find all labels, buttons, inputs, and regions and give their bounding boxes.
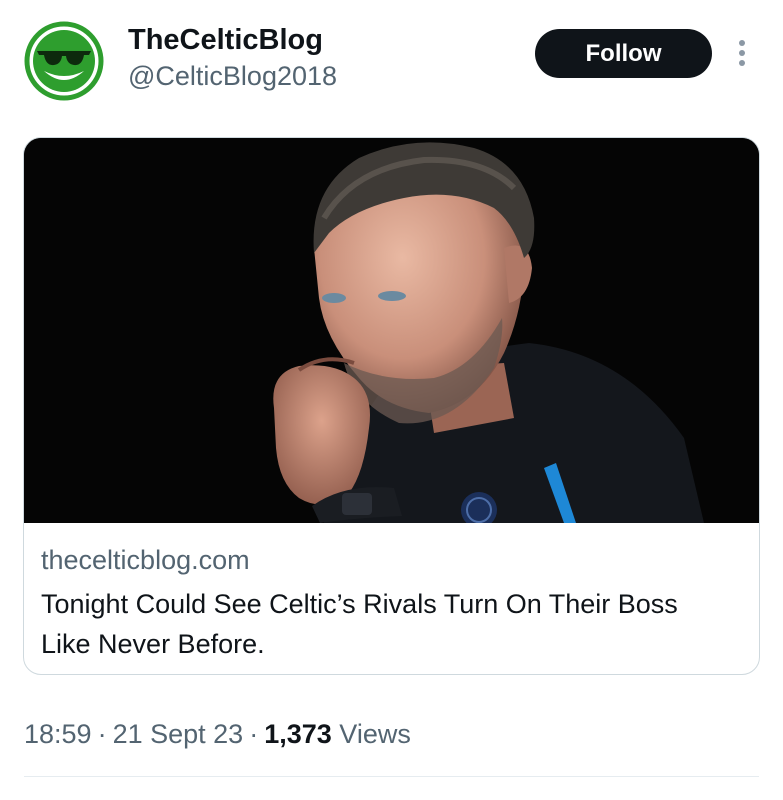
coach-photo [24, 138, 759, 523]
views-count[interactable]: 1,373 [264, 719, 332, 749]
link-card[interactable]: thecelticblog.com Tonight Could See Celt… [23, 137, 760, 675]
views-label: Views [339, 719, 411, 749]
meta-separator: · [249, 719, 259, 749]
tweet-date[interactable]: 21 Sept 23 [113, 719, 244, 749]
more-dot [739, 50, 745, 56]
more-dot [739, 60, 745, 66]
author-avatar[interactable] [24, 21, 104, 101]
tweet-time[interactable]: 18:59 [24, 719, 92, 749]
follow-button[interactable]: Follow [535, 29, 712, 78]
author-display-name[interactable]: TheCelticBlog [128, 22, 323, 58]
link-card-image [24, 138, 759, 523]
link-card-title: Tonight Could See Celtic’s Rivals Turn O… [41, 589, 678, 659]
meta-separator: · [97, 719, 107, 749]
tweet-meta: 18:59 · 21 Sept 23 · 1,373 Views [24, 716, 411, 752]
link-card-domain: thecelticblog.com [41, 545, 250, 575]
author-handle[interactable]: @CelticBlog2018 [128, 59, 337, 93]
green-sunglasses-smiley-icon [24, 21, 104, 101]
more-vertical-icon[interactable] [730, 35, 754, 71]
divider [24, 776, 759, 777]
more-dot [739, 40, 745, 46]
